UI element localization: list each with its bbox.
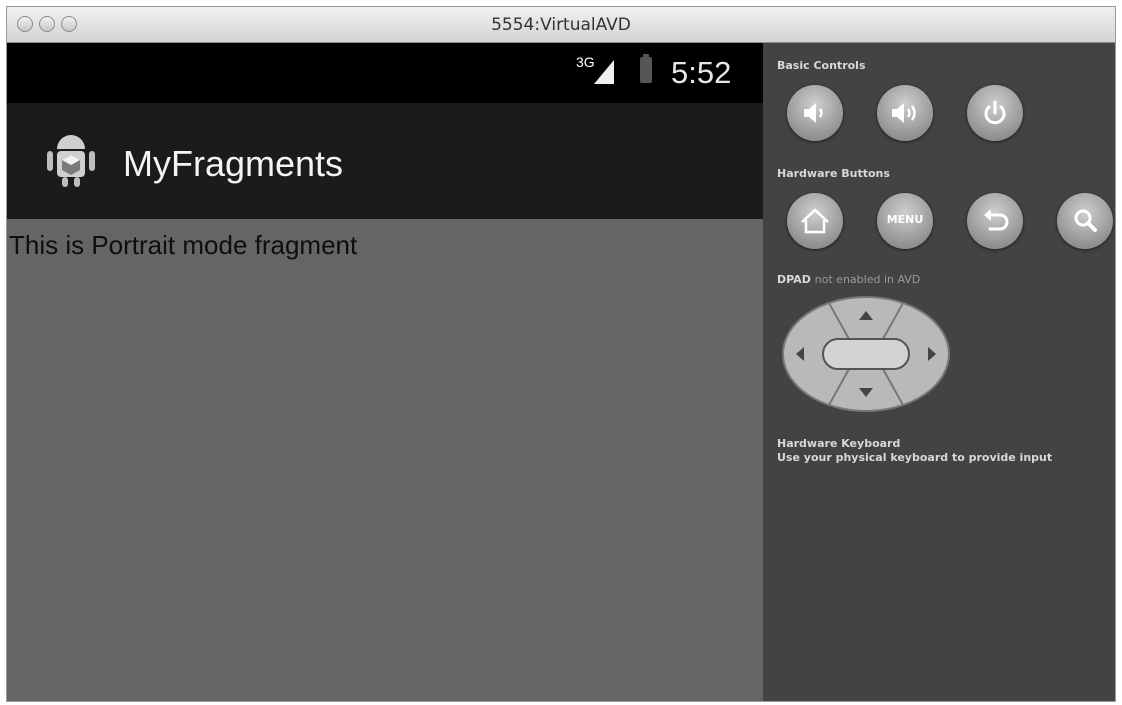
search-icon	[1074, 209, 1097, 232]
dpad-label-bold: DPAD	[777, 273, 811, 286]
status-clock: 5:52	[671, 55, 732, 90]
back-button[interactable]	[967, 193, 1023, 249]
window-title: 5554:VirtualAVD	[491, 15, 631, 35]
fragment-text: This is Portrait mode fragment	[9, 230, 358, 260]
title-bar: 5554:VirtualAVD	[7, 7, 1115, 43]
menu-button[interactable]: MENU	[877, 193, 933, 249]
power-icon	[984, 100, 1006, 125]
status-bar: 3G 5:52	[7, 43, 763, 103]
volume-up-icon	[892, 103, 916, 123]
emulator-window: 5554:VirtualAVD 3G 5:52 MyFragments This…	[6, 6, 1116, 702]
dpad-label: DPAD not enabled in AVD	[777, 273, 920, 286]
dpad-control[interactable]	[781, 295, 951, 413]
keyboard-section: Hardware Keyboard Use your physical keyb…	[777, 437, 1052, 465]
basic-controls-label: Basic Controls	[777, 59, 866, 72]
menu-button-label: MENU	[886, 213, 924, 226]
volume-down-button[interactable]	[787, 85, 843, 141]
controls-panel: Basic Controls Hardware Buttons MENU DPA…	[763, 43, 1115, 701]
power-button[interactable]	[967, 85, 1023, 141]
search-button[interactable]	[1057, 193, 1113, 249]
android-robot-icon	[47, 135, 95, 187]
hardware-keyboard-label: Hardware Keyboard	[777, 437, 901, 450]
dpad-label-rest: not enabled in AVD	[814, 273, 921, 286]
hardware-buttons-label: Hardware Buttons	[777, 167, 890, 180]
action-bar: MyFragments	[7, 103, 763, 219]
volume-down-icon	[804, 103, 823, 123]
device-screen[interactable]: 3G 5:52 MyFragments This is Portrait mod…	[7, 43, 763, 701]
network-type-label: 3G	[576, 54, 595, 70]
battery-icon	[640, 54, 652, 83]
home-button[interactable]	[787, 193, 843, 249]
volume-up-button[interactable]	[877, 85, 933, 141]
hardware-keyboard-hint: Use your physical keyboard to provide in…	[777, 451, 1053, 464]
back-icon	[984, 209, 1009, 231]
signal-icon	[594, 60, 614, 84]
home-icon	[801, 208, 829, 234]
app-title: MyFragments	[123, 143, 344, 184]
